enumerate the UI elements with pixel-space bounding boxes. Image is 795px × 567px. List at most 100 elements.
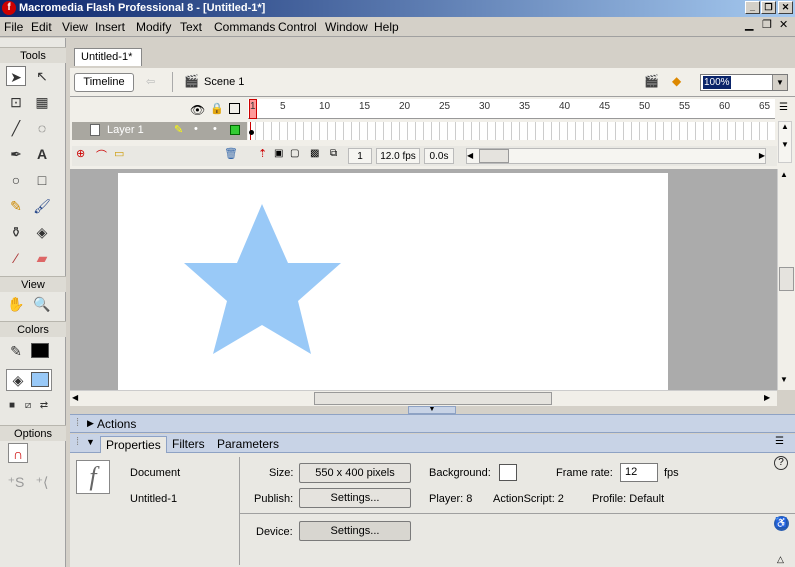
stage-hscroll[interactable]: ◀ ▶ — [70, 390, 777, 406]
menu-control[interactable]: Control — [278, 20, 317, 34]
stage-hscroll-thumb[interactable] — [314, 392, 552, 405]
close-icon[interactable]: ✕ — [778, 1, 793, 14]
pencil-tool-icon[interactable]: ✎ — [6, 196, 26, 216]
doc-restore-icon[interactable]: ❐ — [762, 18, 772, 31]
tab-properties[interactable]: Properties — [100, 436, 167, 453]
rectangle-tool-icon[interactable]: □ — [32, 170, 52, 190]
accessibility-icon[interactable]: ♿ — [774, 516, 789, 531]
text-tool-icon[interactable]: A — [32, 144, 52, 164]
scroll-down-icon[interactable]: ▼ — [780, 375, 788, 384]
menu-edit[interactable]: Edit — [31, 20, 52, 34]
actions-panel-header[interactable]: ⁞ ▶ Actions — [70, 414, 795, 433]
collapse-arrow-icon[interactable]: ▼ — [86, 437, 95, 447]
free-transform-tool-icon[interactable]: ⊡ — [6, 92, 26, 112]
smooth-icon[interactable]: ⁺S — [6, 472, 26, 492]
help-icon[interactable]: ? — [774, 456, 788, 470]
insert-folder-icon[interactable]: ▭ — [114, 147, 124, 160]
scroll-right-icon[interactable]: ▶ — [759, 149, 765, 163]
restore-icon[interactable]: ❐ — [761, 1, 776, 14]
modify-onion-markers-icon[interactable]: ⧉ — [330, 148, 337, 159]
layer-row[interactable]: Layer 1 ✎ • • — [72, 122, 247, 140]
panel-expand-icon[interactable]: △ — [777, 554, 784, 565]
eye-icon[interactable]: 👁 — [190, 103, 205, 117]
edit-scene-icon[interactable]: 🎬 — [644, 74, 659, 88]
scroll-left-icon[interactable]: ◀ — [72, 393, 78, 402]
layer-outline-color-icon[interactable] — [230, 125, 240, 135]
menu-modify[interactable]: Modify — [136, 20, 171, 34]
swap-colors-icon[interactable]: ⇄ — [34, 396, 54, 416]
menu-text[interactable]: Text — [180, 20, 202, 34]
paint-bucket-tool-icon[interactable]: ◈ — [32, 222, 52, 242]
panel-collapse-handle[interactable]: ▼ — [408, 406, 456, 414]
menu-insert[interactable]: Insert — [95, 20, 125, 34]
lock-dot-icon[interactable]: • — [213, 123, 217, 135]
timeline-menu-icon[interactable]: ☰ — [779, 102, 788, 113]
edit-symbols-icon[interactable]: ◆ — [672, 74, 681, 88]
stage[interactable] — [118, 173, 668, 390]
pen-tool-icon[interactable]: ✒ — [6, 144, 26, 164]
stroke-color-swatch[interactable] — [31, 343, 49, 358]
chevron-down-icon[interactable]: ▼ — [772, 75, 787, 90]
doc-minimize-icon[interactable]: ▁ — [745, 18, 753, 31]
gripper-icon[interactable]: ⁞ — [76, 436, 79, 448]
timeline-hscroll[interactable]: ◀ ▶ — [466, 148, 766, 164]
size-button[interactable]: 550 x 400 pixels — [299, 463, 411, 483]
keyframe-dot[interactable] — [249, 130, 254, 135]
publish-settings-button[interactable]: Settings... — [299, 488, 411, 508]
doc-close-icon[interactable]: ✕ — [779, 18, 788, 31]
scroll-right-icon[interactable]: ▶ — [764, 393, 770, 402]
stage-vscroll-thumb[interactable] — [779, 267, 794, 291]
hand-tool-icon[interactable]: ✋ — [6, 294, 26, 314]
background-color-swatch[interactable] — [499, 464, 517, 481]
scroll-left-icon[interactable]: ◀ — [467, 149, 473, 163]
lasso-tool-icon[interactable]: ◌ — [32, 118, 52, 138]
expand-arrow-icon[interactable]: ▶ — [87, 418, 94, 429]
device-settings-button[interactable]: Settings... — [299, 521, 411, 541]
add-motion-guide-icon[interactable]: ⌒ — [96, 147, 107, 163]
straighten-icon[interactable]: ⁺⟨ — [32, 472, 52, 492]
tab-filters[interactable]: Filters — [167, 436, 210, 453]
selection-tool-icon[interactable]: ➤ — [6, 66, 26, 86]
zoom-tool-icon[interactable]: 🔍 — [32, 294, 52, 314]
oval-tool-icon[interactable]: ○ — [6, 170, 26, 190]
onion-skin-icon[interactable]: ▣ — [274, 148, 283, 159]
timeline-scroll-thumb[interactable] — [479, 149, 509, 163]
trash-icon[interactable]: 🗑 — [224, 147, 238, 160]
menu-commands[interactable]: Commands — [214, 20, 275, 34]
fill-color-swatch[interactable] — [31, 372, 49, 387]
menu-window[interactable]: Window — [325, 20, 368, 34]
timeline-vscroll[interactable]: ▲ ▼ — [778, 121, 792, 163]
timeline-button[interactable]: Timeline — [74, 73, 134, 92]
layer-frames[interactable] — [248, 122, 775, 140]
stage-vscroll[interactable]: ▲ ▼ — [777, 169, 795, 390]
minimize-icon[interactable]: _ — [745, 1, 760, 14]
menu-view[interactable]: View — [62, 20, 88, 34]
scroll-up-icon[interactable]: ▲ — [780, 170, 788, 179]
document-tab[interactable]: Untitled-1* — [74, 48, 142, 66]
eraser-tool-icon[interactable]: ▰ — [32, 248, 52, 268]
zoom-select[interactable]: 100% ▼ — [700, 74, 788, 91]
onion-skin-outlines-icon[interactable]: ▢ — [290, 148, 299, 159]
edit-multiple-frames-icon[interactable]: ▩ — [310, 148, 319, 159]
menu-file[interactable]: File — [4, 20, 23, 34]
fill-transform-tool-icon[interactable]: ▦ — [32, 92, 52, 112]
center-frame-icon[interactable]: ⇡ — [258, 147, 267, 160]
frame-ruler[interactable]: 1 5 10 15 20 25 30 35 40 45 50 55 60 65 — [248, 99, 775, 119]
panel-menu-icon[interactable]: ☰ — [775, 436, 784, 447]
frame-rate-input[interactable]: 12 — [620, 463, 658, 482]
menu-help[interactable]: Help — [374, 20, 399, 34]
ink-bottle-tool-icon[interactable]: ⚱ — [6, 222, 26, 242]
star-shape[interactable] — [184, 204, 341, 354]
line-tool-icon[interactable]: ╱ — [6, 118, 26, 138]
add-layer-icon[interactable]: ⊕ — [76, 147, 85, 160]
back-arrow-icon[interactable]: ⇦ — [146, 75, 155, 88]
subselection-tool-icon[interactable]: ↖ — [32, 66, 52, 86]
outline-icon[interactable] — [229, 103, 240, 114]
brush-tool-icon[interactable]: 🖌 — [32, 196, 52, 216]
visibility-dot-icon[interactable]: • — [194, 123, 198, 135]
lock-icon[interactable]: 🔒 — [210, 102, 224, 115]
tab-parameters[interactable]: Parameters — [212, 436, 284, 453]
eyedropper-tool-icon[interactable]: ⁄ — [6, 248, 26, 268]
snap-to-objects-icon[interactable]: ∩ — [8, 443, 28, 463]
gripper-icon[interactable]: ⁞ — [76, 417, 79, 429]
